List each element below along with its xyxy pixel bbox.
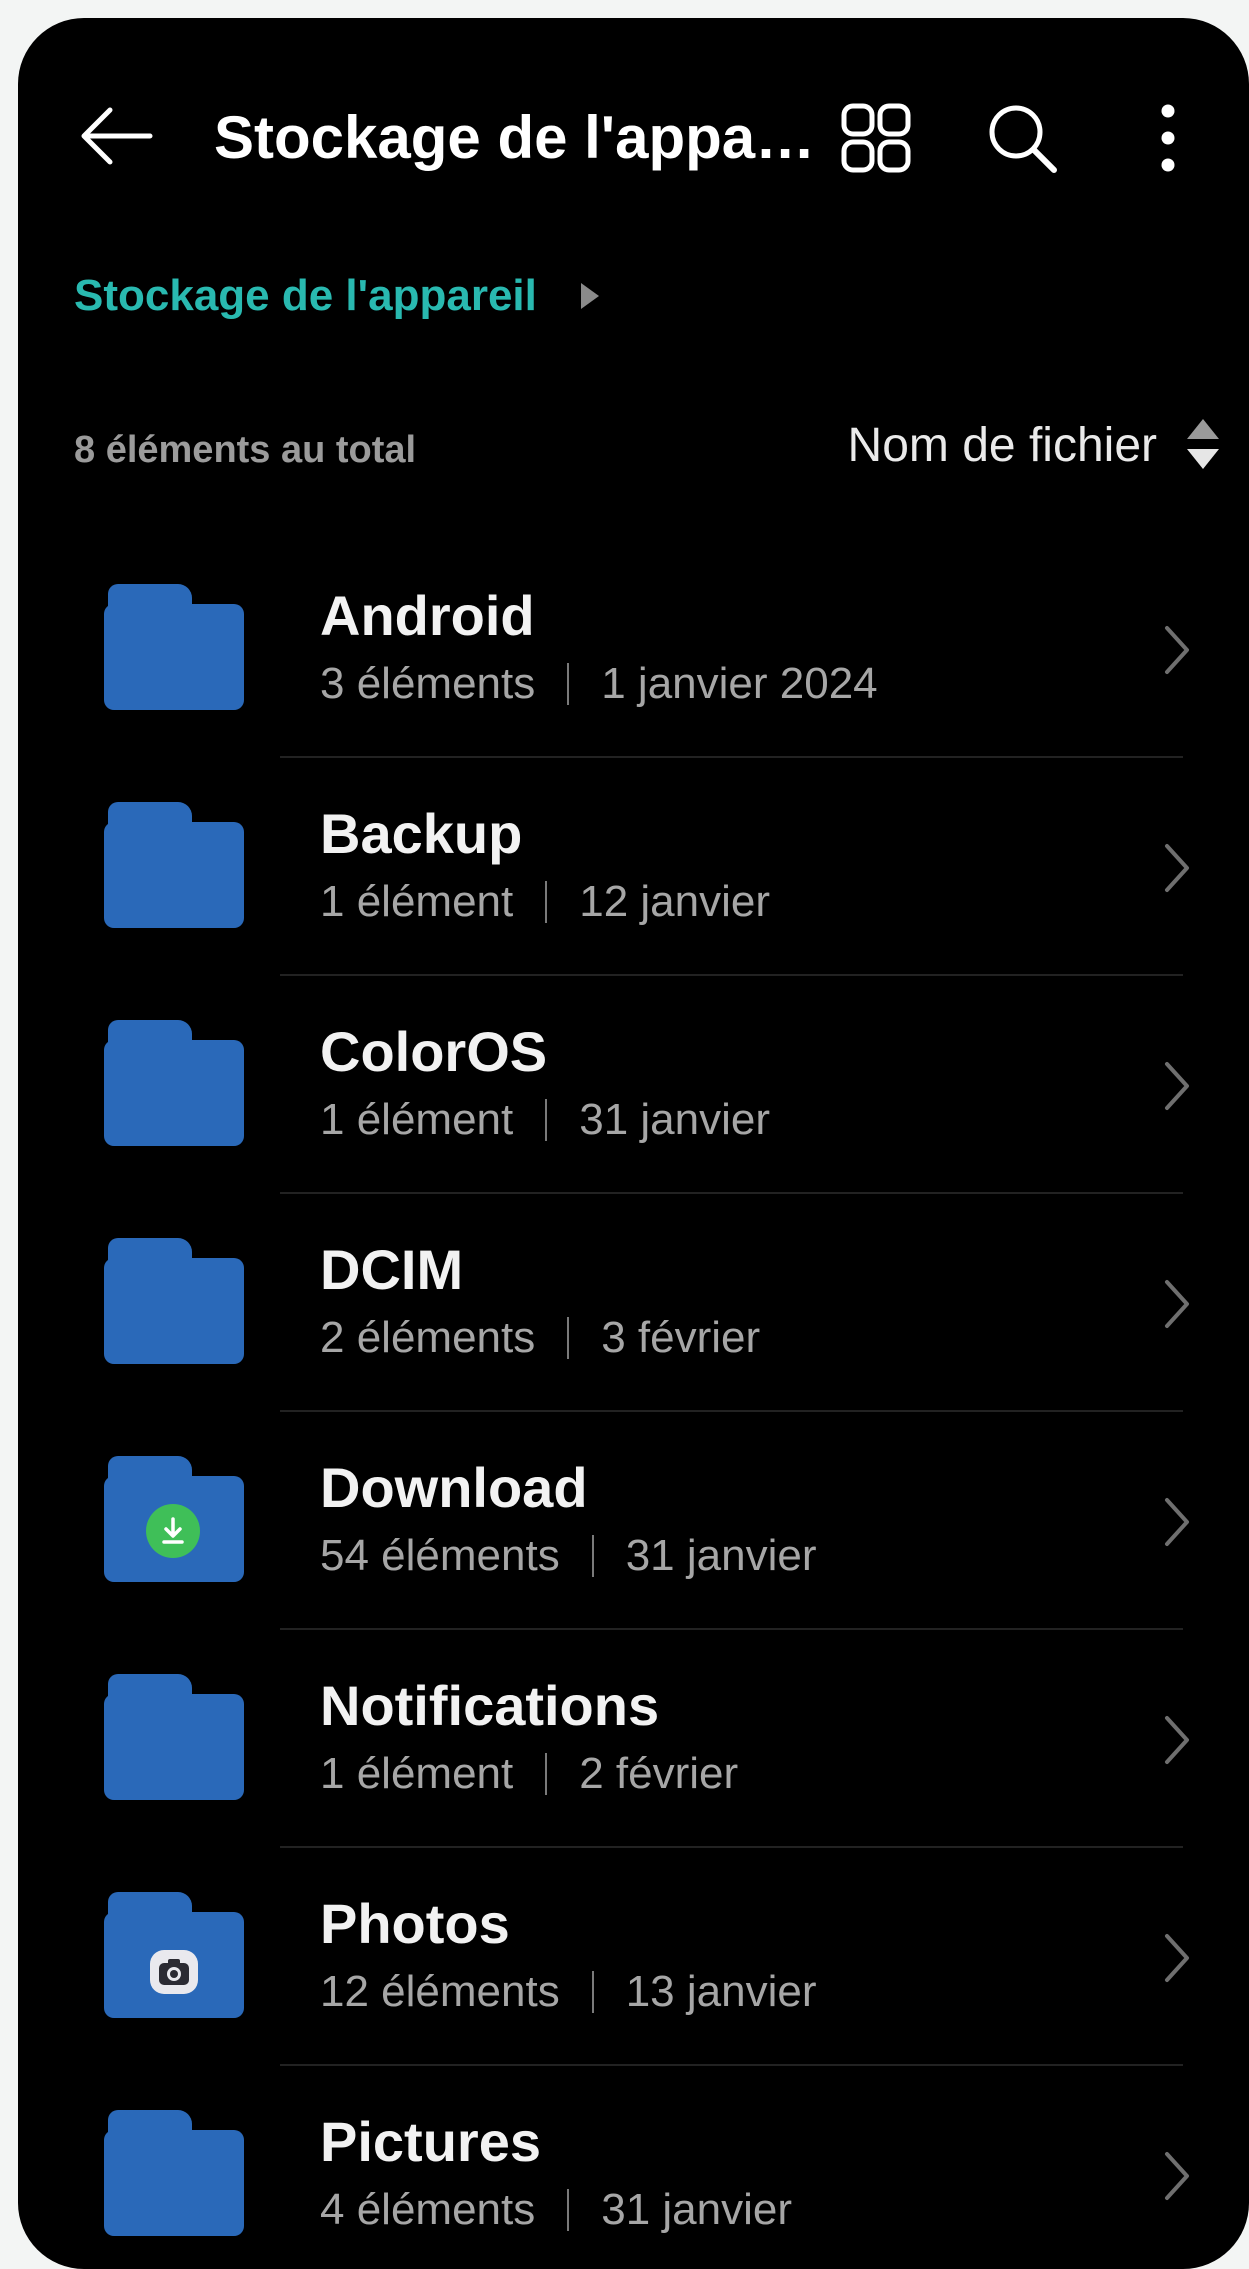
sort-label: Nom de fichier	[847, 419, 1157, 472]
folder-icon	[104, 584, 244, 710]
folder-name: DCIM	[320, 1238, 464, 1301]
list-item[interactable]: Pictures 4 éléments 31 janvier	[18, 2066, 1249, 2269]
search-button[interactable]	[980, 96, 1064, 180]
folder-icon	[104, 2110, 244, 2236]
folder-date: 1 janvier 2024	[601, 659, 878, 708]
folder-meta: 1 élément 31 janvier	[320, 1092, 770, 1148]
folder-icon	[104, 1674, 244, 1800]
folder-name: Android	[320, 584, 535, 647]
meta-separator	[545, 1099, 548, 1141]
list-item[interactable]: ColorOS 1 élément 31 janvier	[18, 976, 1249, 1194]
chevron-right-icon	[1165, 844, 1189, 892]
folder-meta: 1 élément 2 février	[320, 1746, 738, 1802]
folder-date: 31 janvier	[625, 1531, 817, 1580]
folder-date: 31 janvier	[601, 2185, 793, 2234]
list-item[interactable]: Notifications 1 élément 2 février	[18, 1630, 1249, 1848]
folder-name: Pictures	[320, 2110, 541, 2173]
item-count-label: 8 éléments au total	[74, 429, 417, 471]
folder-icon	[104, 1238, 244, 1364]
camera-icon	[150, 1950, 198, 1994]
download-folder-icon	[104, 1456, 244, 1582]
download-arrow-icon	[146, 1504, 200, 1558]
folder-item-count: 1 élément	[320, 1095, 514, 1144]
folder-meta: 4 éléments 31 janvier	[320, 2182, 792, 2238]
chevron-right-icon	[1165, 2152, 1189, 2200]
back-button[interactable]	[74, 98, 158, 174]
list-item[interactable]: DCIM 2 éléments 3 février	[18, 1194, 1249, 1412]
meta-separator	[567, 1317, 570, 1359]
folder-meta: 2 éléments 3 février	[320, 1310, 760, 1366]
meta-separator	[545, 1753, 548, 1795]
list-item[interactable]: Backup 1 élément 12 janvier	[18, 758, 1249, 976]
grid-view-icon	[841, 103, 911, 173]
breadcrumb-item-root[interactable]: Stockage de l'appareil	[74, 271, 537, 321]
folder-name: Download	[320, 1456, 588, 1519]
folder-name: Notifications	[320, 1674, 660, 1737]
folder-icon	[104, 1020, 244, 1146]
list-item[interactable]: Android 3 éléments 1 janvier 2024	[18, 540, 1249, 758]
folder-name: Photos	[320, 1892, 510, 1955]
sort-icon	[1187, 419, 1219, 473]
photos-folder-icon	[104, 1892, 244, 2018]
folder-item-count: 54 éléments	[320, 1531, 560, 1580]
meta-separator	[567, 2189, 570, 2231]
list-item[interactable]: Photos 12 éléments 13 janvier	[18, 1848, 1249, 2066]
list-item[interactable]: Download 54 éléments 31 janvier	[18, 1412, 1249, 1630]
folder-icon	[104, 802, 244, 928]
chevron-right-icon	[1165, 1062, 1189, 1110]
folder-name: ColorOS	[320, 1020, 548, 1083]
folder-meta: 3 éléments 1 janvier 2024	[320, 656, 878, 712]
more-vertical-icon	[1161, 104, 1175, 172]
breadcrumb-arrow-icon	[580, 283, 599, 309]
meta-separator	[591, 1971, 594, 2013]
folder-item-count: 2 éléments	[320, 1313, 536, 1362]
top-app-bar: Stockage de l'appar...	[18, 18, 1249, 218]
folder-date: 31 janvier	[579, 1095, 771, 1144]
meta-separator	[545, 881, 548, 923]
chevron-right-icon	[1165, 1716, 1189, 1764]
folder-meta: 54 éléments 31 janvier	[320, 1528, 816, 1584]
folder-item-count: 12 éléments	[320, 1967, 560, 2016]
folder-name: Backup	[320, 802, 523, 865]
chevron-right-icon	[1165, 1280, 1189, 1328]
arrow-left-icon	[81, 107, 153, 165]
file-manager-screen: Stockage de l'appar... Stockage de l'app…	[18, 18, 1249, 2269]
chevron-right-icon	[1165, 1498, 1189, 1546]
folder-meta: 12 éléments 13 janvier	[320, 1964, 816, 2020]
folder-date: 12 janvier	[579, 877, 771, 926]
more-options-button[interactable]	[1126, 96, 1210, 180]
folder-meta: 1 élément 12 janvier	[320, 874, 770, 930]
meta-separator	[591, 1535, 594, 1577]
folder-item-count: 1 élément	[320, 877, 514, 926]
folder-date: 13 janvier	[625, 1967, 817, 2016]
folder-item-count: 3 éléments	[320, 659, 536, 708]
folder-date: 3 février	[601, 1313, 761, 1362]
chevron-right-icon	[1165, 1934, 1189, 1982]
folder-list: Android 3 éléments 1 janvier 2024 Backup…	[18, 540, 1249, 2269]
page-title: Stockage de l'appar...	[214, 104, 824, 171]
meta-separator	[567, 663, 570, 705]
folder-item-count: 4 éléments	[320, 2185, 536, 2234]
sort-button[interactable]: Nom de fichier	[848, 414, 1219, 478]
breadcrumb: Stockage de l'appareil	[74, 266, 599, 326]
chevron-right-icon	[1165, 626, 1189, 674]
folder-item-count: 1 élément	[320, 1749, 514, 1798]
folder-date: 2 février	[579, 1749, 739, 1798]
search-icon	[989, 105, 1057, 173]
grid-view-button[interactable]	[834, 96, 918, 180]
